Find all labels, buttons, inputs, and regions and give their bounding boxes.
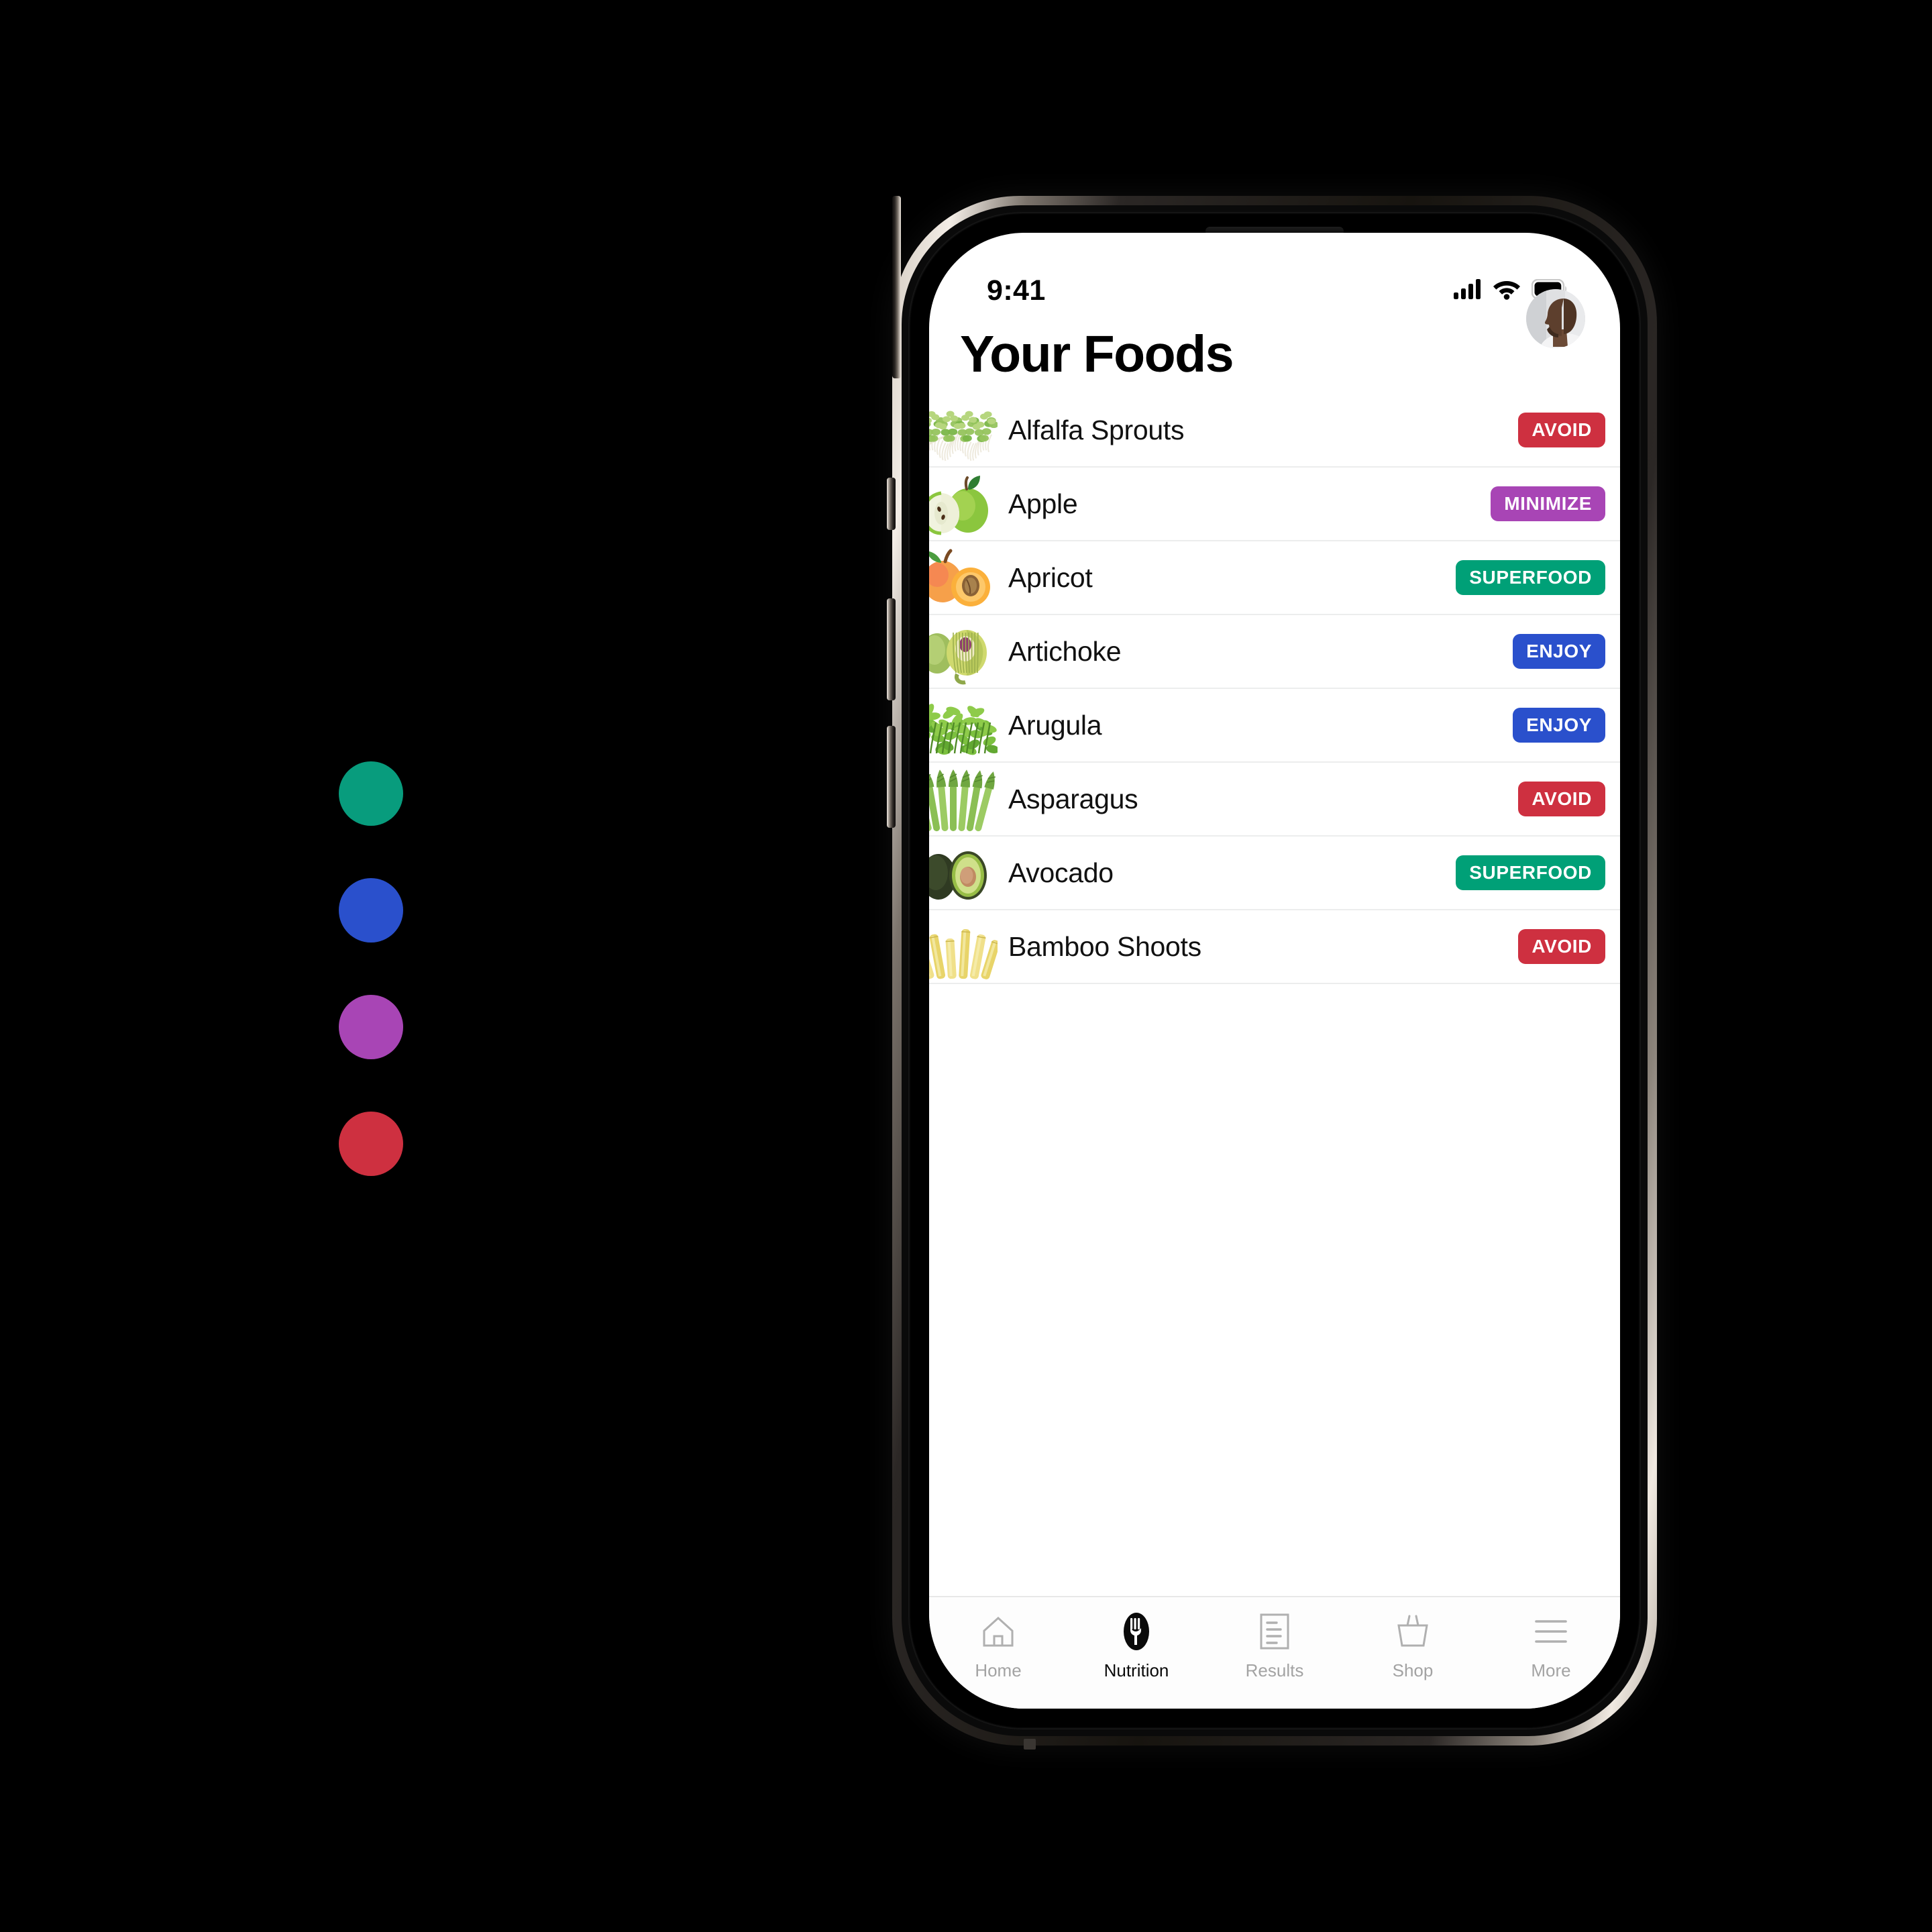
document-icon xyxy=(1259,1612,1290,1651)
status-legend xyxy=(339,761,419,1228)
alfalfa-sprouts-image xyxy=(929,395,998,465)
tab-label: Shop xyxy=(1392,1660,1434,1680)
wifi-icon xyxy=(1493,278,1521,303)
food-list-item[interactable]: Arugula ENJOY xyxy=(929,689,1620,763)
avocado-image xyxy=(929,838,998,908)
tab-more[interactable]: More xyxy=(1482,1612,1620,1681)
tab-nutrition[interactable]: Nutrition xyxy=(1067,1612,1205,1681)
phone-screen: 9:41 Your Foods Alfalfa Sprouts AVOID Ap… xyxy=(929,233,1620,1709)
bottom-tab-bar: Home Nutrition Results Shop More xyxy=(929,1596,1620,1709)
food-name: Apple xyxy=(1008,488,1078,519)
enjoy-dot xyxy=(339,878,403,943)
mute-switch[interactable] xyxy=(887,478,896,530)
frame-antenna-band xyxy=(1024,1739,1036,1750)
tab-label: Results xyxy=(1245,1660,1304,1680)
minimize-dot xyxy=(339,995,403,1059)
tab-home[interactable]: Home xyxy=(929,1612,1067,1681)
food-name: Avocado xyxy=(1008,857,1114,888)
food-status-badge[interactable]: AVOID xyxy=(1518,413,1605,447)
profile-avatar-button[interactable] xyxy=(1526,289,1585,348)
food-list-item[interactable]: Avocado SUPERFOOD xyxy=(929,837,1620,910)
avatar xyxy=(1526,289,1585,348)
superfood-dot xyxy=(339,761,403,826)
bamboo-shoots-image xyxy=(929,912,998,981)
tab-label: More xyxy=(1531,1660,1571,1680)
screenshot-root: 9:41 Your Foods Alfalfa Sprouts AVOID Ap… xyxy=(0,0,1932,1932)
tab-results[interactable]: Results xyxy=(1205,1612,1344,1681)
food-status-badge[interactable]: AVOID xyxy=(1518,929,1605,964)
apricot-image xyxy=(929,543,998,612)
food-status-badge[interactable]: SUPERFOOD xyxy=(1456,855,1605,890)
food-name: Alfalfa Sprouts xyxy=(1008,414,1185,445)
food-list-item[interactable]: Bamboo Shoots AVOID xyxy=(929,910,1620,984)
food-status-badge[interactable]: AVOID xyxy=(1518,782,1605,816)
food-list: Alfalfa Sprouts AVOID Apple MINIMIZE Apr… xyxy=(929,394,1620,984)
asparagus-image xyxy=(929,764,998,834)
food-list-item[interactable]: Asparagus AVOID xyxy=(929,763,1620,837)
food-list-item[interactable]: Apple MINIMIZE xyxy=(929,468,1620,541)
volume-up-button[interactable] xyxy=(887,598,896,700)
food-name: Bamboo Shoots xyxy=(1008,930,1201,962)
food-status-badge[interactable]: MINIMIZE xyxy=(1491,486,1605,521)
food-status-badge[interactable]: SUPERFOOD xyxy=(1456,560,1605,595)
tab-shop[interactable]: Shop xyxy=(1344,1612,1482,1681)
home-icon xyxy=(981,1612,1016,1651)
food-name: Artichoke xyxy=(1008,635,1122,667)
page-title: Your Foods xyxy=(960,325,1234,383)
food-list-item[interactable]: Artichoke ENJOY xyxy=(929,615,1620,689)
status-bar: 9:41 xyxy=(929,233,1620,321)
arugula-image xyxy=(929,690,998,760)
volume-down-button[interactable] xyxy=(887,726,896,828)
avoid-dot xyxy=(339,1112,403,1176)
basket-icon xyxy=(1395,1612,1431,1651)
food-name: Arugula xyxy=(1008,709,1102,741)
food-list-item[interactable]: Alfalfa Sprouts AVOID xyxy=(929,394,1620,468)
tab-label: Home xyxy=(975,1660,1022,1680)
apple-image xyxy=(929,469,998,539)
status-time: 9:41 xyxy=(987,274,1046,307)
food-name: Apricot xyxy=(1008,561,1093,593)
artichoke-image xyxy=(929,616,998,686)
power-button[interactable] xyxy=(892,196,901,378)
food-list-item[interactable]: Apricot SUPERFOOD xyxy=(929,541,1620,615)
food-status-badge[interactable]: ENJOY xyxy=(1513,634,1605,669)
signal-bars-icon xyxy=(1454,278,1482,303)
fork-icon xyxy=(1119,1612,1154,1651)
hamburger-icon xyxy=(1534,1612,1568,1651)
food-status-badge[interactable]: ENJOY xyxy=(1513,708,1605,743)
phone-frame: 9:41 Your Foods Alfalfa Sprouts AVOID Ap… xyxy=(887,196,1657,1750)
tab-label: Nutrition xyxy=(1104,1660,1169,1680)
food-name: Asparagus xyxy=(1008,783,1138,814)
